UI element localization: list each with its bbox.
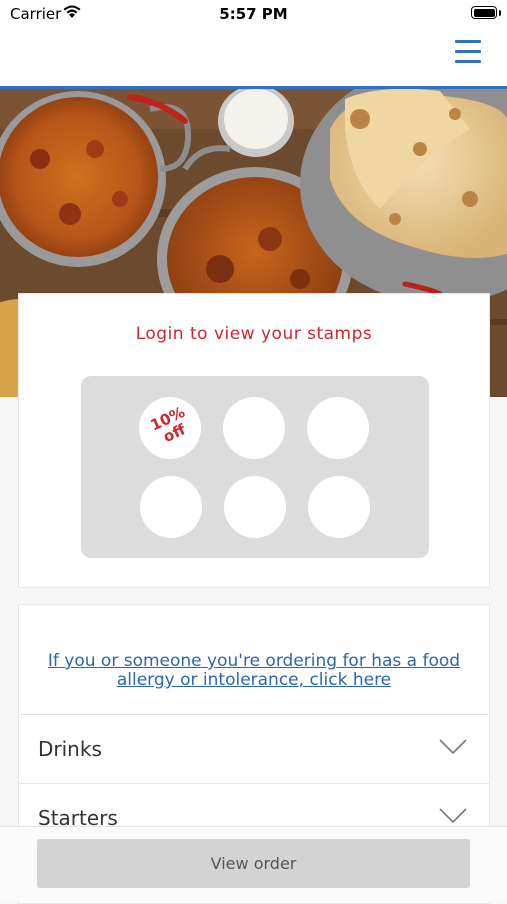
- stamp-slot: [224, 476, 286, 538]
- clock: 5:57 PM: [219, 5, 288, 23]
- chevron-down-icon: [439, 739, 467, 755]
- reward-label: 10% off: [147, 403, 189, 447]
- stamp-slot: [308, 476, 370, 538]
- chevron-down-icon: [439, 808, 467, 824]
- stamp-card: Login to view your stamps 10% off: [18, 293, 490, 588]
- battery-icon: [471, 6, 497, 19]
- status-bar: Carrier 5:57 PM: [0, 0, 507, 30]
- stamp-slot: [223, 397, 285, 459]
- stamp-slot-reward: 10% off: [139, 397, 201, 459]
- allergy-info-link[interactable]: If you or someone you're ordering for ha…: [39, 652, 469, 690]
- top-nav: [0, 30, 507, 89]
- view-order-button[interactable]: View order: [37, 839, 470, 888]
- stamp-slot: [307, 397, 369, 459]
- hamburger-menu-icon[interactable]: [455, 40, 481, 66]
- bottom-bar: View order: [0, 826, 507, 901]
- stamp-grid: 10% off: [81, 376, 429, 558]
- stamp-slot: [140, 476, 202, 538]
- login-stamps-prompt[interactable]: Login to view your stamps: [19, 324, 489, 344]
- section-label: Drinks: [38, 737, 102, 761]
- menu-section-drinks[interactable]: Drinks: [19, 714, 489, 783]
